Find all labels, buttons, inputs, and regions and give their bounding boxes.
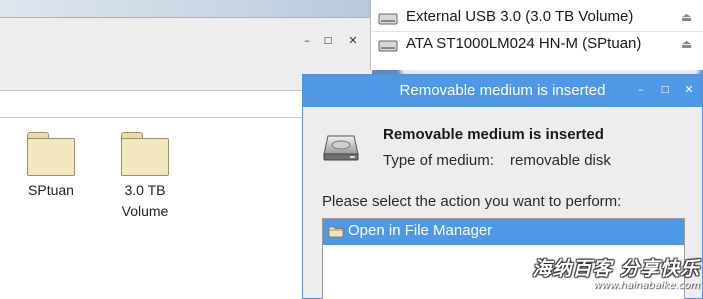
minimize-button[interactable]: – xyxy=(300,34,314,48)
maximize-button[interactable]: □ xyxy=(321,34,335,48)
drive-item-ata[interactable]: ATA ST1000LM024 HN-M (SPtuan) ⏏ xyxy=(371,31,703,58)
action-item-open-file-manager[interactable]: Open in File Manager xyxy=(323,219,684,245)
medium-type-label: Type of medium: xyxy=(383,152,494,169)
folder-label[interactable]: SPtuan xyxy=(10,180,92,201)
folder-icon xyxy=(328,226,344,238)
eject-icon[interactable]: ⏏ xyxy=(681,37,692,51)
maximize-button[interactable]: □ xyxy=(658,83,672,97)
close-button[interactable]: ✕ xyxy=(346,34,360,48)
medium-type-value: removable disk xyxy=(510,152,611,169)
drives-menu: External USB 3.0 (3.0 TB Volume) ⏏ ATA S… xyxy=(370,0,703,70)
dialog-heading: Removable medium is inserted xyxy=(383,126,604,143)
file-manager-titlebar: – □ ✕ xyxy=(0,18,372,62)
dialog-titlebar[interactable]: Removable medium is inserted – □ ✕ xyxy=(303,75,702,107)
drive-icon xyxy=(378,13,398,25)
action-label: Open in File Manager xyxy=(348,222,493,239)
folder-icon[interactable] xyxy=(121,132,169,176)
watermark-text: 海纳百客 分享快乐 xyxy=(532,258,700,280)
drive-icon xyxy=(378,40,398,52)
action-prompt: Please select the action you want to per… xyxy=(322,193,622,210)
folder-icon[interactable] xyxy=(27,132,75,176)
watermark: 海纳百客 分享快乐 www.hainabaike.com xyxy=(525,258,700,296)
eject-icon[interactable]: ⏏ xyxy=(681,10,692,24)
window-top-band xyxy=(0,0,372,18)
watermark-url: www.hainabaike.com xyxy=(593,280,700,291)
drive-label: External USB 3.0 (3.0 TB Volume) xyxy=(406,8,634,25)
drive-label: ATA ST1000LM024 HN-M (SPtuan) xyxy=(406,35,642,52)
drive-item-external-usb[interactable]: External USB 3.0 (3.0 TB Volume) ⏏ xyxy=(371,4,703,31)
hard-drive-icon xyxy=(323,135,359,161)
folder-label[interactable]: 3.0 TB Volume xyxy=(110,180,180,222)
close-button[interactable]: ✕ xyxy=(682,83,696,97)
minimize-button[interactable]: – xyxy=(634,83,648,97)
